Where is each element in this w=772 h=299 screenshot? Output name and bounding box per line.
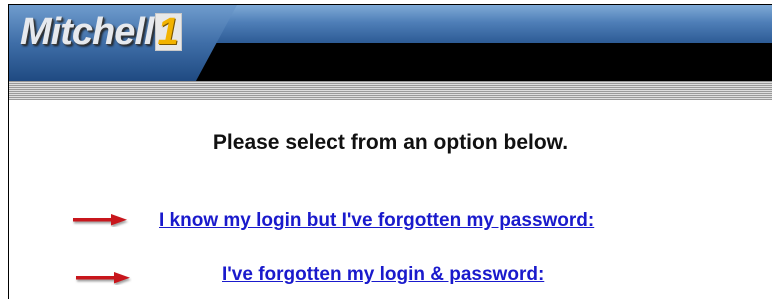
site-header: Mitchell 1 [9,5,772,81]
mitchell1-logo: Mitchell 1 [20,11,182,54]
page-heading: Please select from an option below. [212,131,569,154]
page-frame: Mitchell 1 Please select from an option b… [8,4,772,299]
red-arrow-right-icon [76,272,130,284]
logo-text: Mitchell [20,11,154,53]
logo-number: 1 [155,13,182,51]
forgot-login-and-password-link[interactable]: I've forgotten my login & password: [222,264,544,286]
header-stripes [9,81,772,100]
forgot-password-link[interactable]: I know my login but I've forgotten my pa… [159,210,594,232]
red-arrow-right-icon [73,214,127,226]
